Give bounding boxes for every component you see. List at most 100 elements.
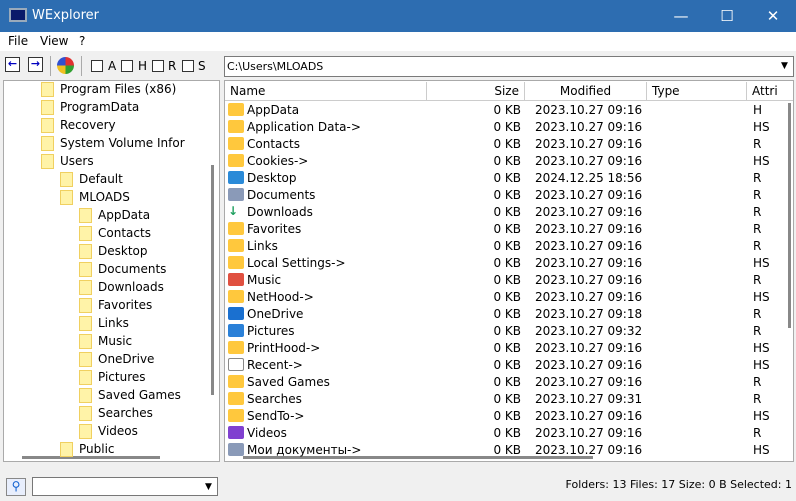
file-row[interactable]: Local Settings-> 0 KB 2023.10.27 09:16 HS: [225, 255, 793, 272]
column-attributes[interactable]: Attri: [747, 82, 793, 101]
tree-node[interactable]: Contacts: [79, 226, 151, 244]
tree-node-label: Recovery: [60, 118, 116, 132]
file-modified: 2023.10.27 09:16: [535, 443, 643, 457]
file-row[interactable]: Contacts 0 KB 2023.10.27 09:16 R: [225, 136, 793, 153]
column-size[interactable]: Size: [427, 82, 525, 101]
file-row[interactable]: Links 0 KB 2023.10.27 09:16 R: [225, 238, 793, 255]
column-modified[interactable]: Modified: [525, 82, 647, 101]
tree-node[interactable]: Favorites: [79, 298, 152, 316]
tree-node[interactable]: System Volume Infor: [41, 136, 185, 154]
tree-node[interactable]: OneDrive: [79, 352, 154, 370]
file-size: 0 KB: [493, 205, 521, 219]
file-size: 0 KB: [493, 358, 521, 372]
file-row[interactable]: Desktop 0 KB 2024.12.25 18:56 R: [225, 170, 793, 187]
file-size: 0 KB: [493, 324, 521, 338]
folder-icon: [228, 341, 244, 354]
column-type[interactable]: Type: [647, 82, 747, 101]
tree-node-label: Contacts: [98, 226, 151, 240]
file-row[interactable]: Documents 0 KB 2023.10.27 09:16 R: [225, 187, 793, 204]
search-combobox[interactable]: ▼: [32, 477, 218, 496]
tree-node[interactable]: Recovery: [41, 118, 116, 136]
file-row[interactable]: Favorites 0 KB 2023.10.27 09:16 R: [225, 221, 793, 238]
file-row[interactable]: Pictures 0 KB 2023.10.27 09:32 R: [225, 323, 793, 340]
filter-a-checkbox[interactable]: [91, 60, 103, 72]
tree-node[interactable]: Pictures: [79, 370, 146, 388]
file-row[interactable]: SendTo-> 0 KB 2023.10.27 09:16 HS: [225, 408, 793, 425]
column-name[interactable]: Name: [225, 82, 427, 101]
file-row[interactable]: AppData 0 KB 2023.10.27 09:16 H: [225, 102, 793, 119]
file-attributes: R: [753, 171, 762, 185]
folder-icon: [79, 424, 92, 439]
file-name: Favorites: [247, 222, 302, 236]
search-icon: ⚲: [11, 479, 21, 493]
file-attributes: R: [753, 188, 762, 202]
file-attributes: R: [753, 426, 762, 440]
file-row[interactable]: Cookies-> 0 KB 2023.10.27 09:16 HS: [225, 153, 793, 170]
search-button[interactable]: ⚲: [6, 478, 26, 496]
folder-icon: [228, 392, 244, 405]
tree-node[interactable]: Links: [79, 316, 129, 334]
folder-tree[interactable]: Program Files (x86) ProgramData Recovery Sy…: [3, 80, 220, 462]
forward-button[interactable]: →: [28, 57, 43, 72]
file-row[interactable]: NetHood-> 0 KB 2023.10.27 09:16 HS: [225, 289, 793, 306]
minimize-button[interactable]: —: [658, 0, 704, 32]
tree-node[interactable]: MLOADS: [60, 190, 130, 208]
filter-r-checkbox[interactable]: [152, 60, 164, 72]
file-modified: 2023.10.27 09:16: [535, 103, 643, 117]
tree-node[interactable]: Default: [60, 172, 123, 190]
tree-node[interactable]: Videos: [79, 424, 138, 442]
chevron-down-icon[interactable]: ▼: [776, 57, 793, 76]
maximize-button[interactable]: ☐: [704, 0, 750, 32]
folder-icon: [79, 208, 92, 223]
file-row[interactable]: Мои документы-> 0 KB 2023.10.27 09:16 HS: [225, 442, 793, 459]
tree-node[interactable]: Downloads: [79, 280, 164, 298]
file-row[interactable]: Application Data-> 0 KB 2023.10.27 09:16 HS: [225, 119, 793, 136]
file-modified: 2023.10.27 09:16: [535, 426, 643, 440]
close-button[interactable]: ✕: [750, 0, 796, 32]
folder-icon: [228, 103, 244, 116]
folder-icon: [79, 352, 92, 367]
folder-icon: [228, 409, 244, 422]
tree-node[interactable]: Users: [41, 154, 94, 172]
chevron-down-icon[interactable]: ▼: [200, 478, 217, 497]
tree-node[interactable]: Program Files (x86): [41, 82, 176, 100]
menu-help[interactable]: ?: [79, 34, 85, 48]
tree-node[interactable]: Saved Games: [79, 388, 181, 406]
file-row[interactable]: Saved Games 0 KB 2023.10.27 09:16 R: [225, 374, 793, 391]
tree-node[interactable]: Public: [60, 442, 115, 460]
tree-node[interactable]: Searches: [79, 406, 153, 424]
tree-node[interactable]: Music: [79, 334, 132, 352]
file-row[interactable]: PrintHood-> 0 KB 2023.10.27 09:16 HS: [225, 340, 793, 357]
file-modified: 2023.10.27 09:16: [535, 205, 643, 219]
file-row[interactable]: Recent-> 0 KB 2023.10.27 09:16 HS: [225, 357, 793, 374]
recent-icon: [228, 358, 244, 371]
menu-file[interactable]: File: [8, 34, 28, 48]
file-size: 0 KB: [493, 409, 521, 423]
file-name: Application Data->: [247, 120, 361, 134]
file-row[interactable]: Searches 0 KB 2023.10.27 09:31 R: [225, 391, 793, 408]
file-name: Desktop: [247, 171, 297, 185]
filter-s-checkbox[interactable]: [182, 60, 194, 72]
menu-view[interactable]: View: [40, 34, 68, 48]
back-button[interactable]: ←: [5, 57, 20, 72]
file-name: Links: [247, 239, 278, 253]
file-row[interactable]: OneDrive 0 KB 2023.10.27 09:18 R: [225, 306, 793, 323]
tree-node-label: Users: [60, 154, 94, 168]
tree-node[interactable]: Documents: [79, 262, 166, 280]
file-size: 0 KB: [493, 273, 521, 287]
folder-icon: [228, 239, 244, 252]
file-attributes: R: [753, 375, 762, 389]
file-row[interactable]: Music 0 KB 2023.10.27 09:16 R: [225, 272, 793, 289]
file-list[interactable]: Name Size Modified Type Attri AppData 0 K…: [224, 80, 794, 462]
filter-s-label: S: [198, 59, 206, 73]
chart-icon[interactable]: [57, 57, 74, 74]
file-row[interactable]: Videos 0 KB 2023.10.27 09:16 R: [225, 425, 793, 442]
tree-vertical-scrollbar[interactable]: [211, 165, 214, 395]
file-modified: 2023.10.27 09:31: [535, 392, 643, 406]
tree-node[interactable]: ProgramData: [41, 100, 139, 118]
filter-h-checkbox[interactable]: [121, 60, 133, 72]
file-row[interactable]: ↓ Downloads 0 KB 2023.10.27 09:16 R: [225, 204, 793, 221]
path-combobox[interactable]: C:\Users\MLOADS ▼: [224, 56, 794, 77]
tree-node[interactable]: AppData: [79, 208, 150, 226]
tree-node[interactable]: Desktop: [79, 244, 148, 262]
